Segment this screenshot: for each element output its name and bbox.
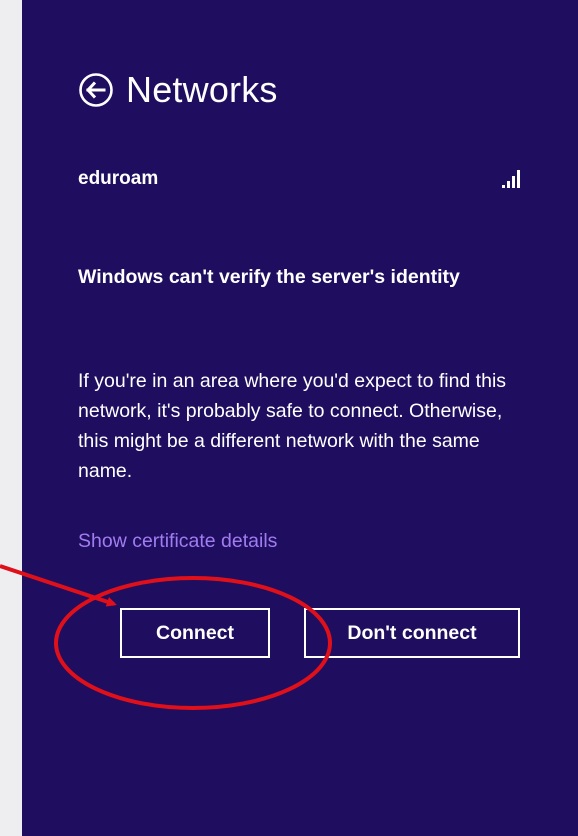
dialog-body: If you're in an area where you'd expect … bbox=[78, 370, 507, 482]
dialog-heading: Windows can't verify the server's identi… bbox=[78, 266, 460, 288]
back-arrow-circle-icon bbox=[79, 73, 113, 107]
network-name: eduroam bbox=[78, 168, 159, 189]
wifi-signal-bars-icon bbox=[502, 170, 520, 188]
show-certificate-details-link[interactable]: Show certificate details bbox=[78, 530, 277, 553]
dont-connect-button[interactable]: Don't connect bbox=[304, 608, 520, 658]
page-title: Networks bbox=[126, 69, 278, 110]
panel-header: Networks bbox=[78, 66, 278, 114]
back-button[interactable] bbox=[78, 72, 114, 108]
networks-panel: Networks eduroam Windows can't verify th… bbox=[22, 0, 578, 836]
network-item-eduroam[interactable]: eduroam bbox=[78, 166, 520, 192]
connect-button[interactable]: Connect bbox=[120, 608, 270, 658]
